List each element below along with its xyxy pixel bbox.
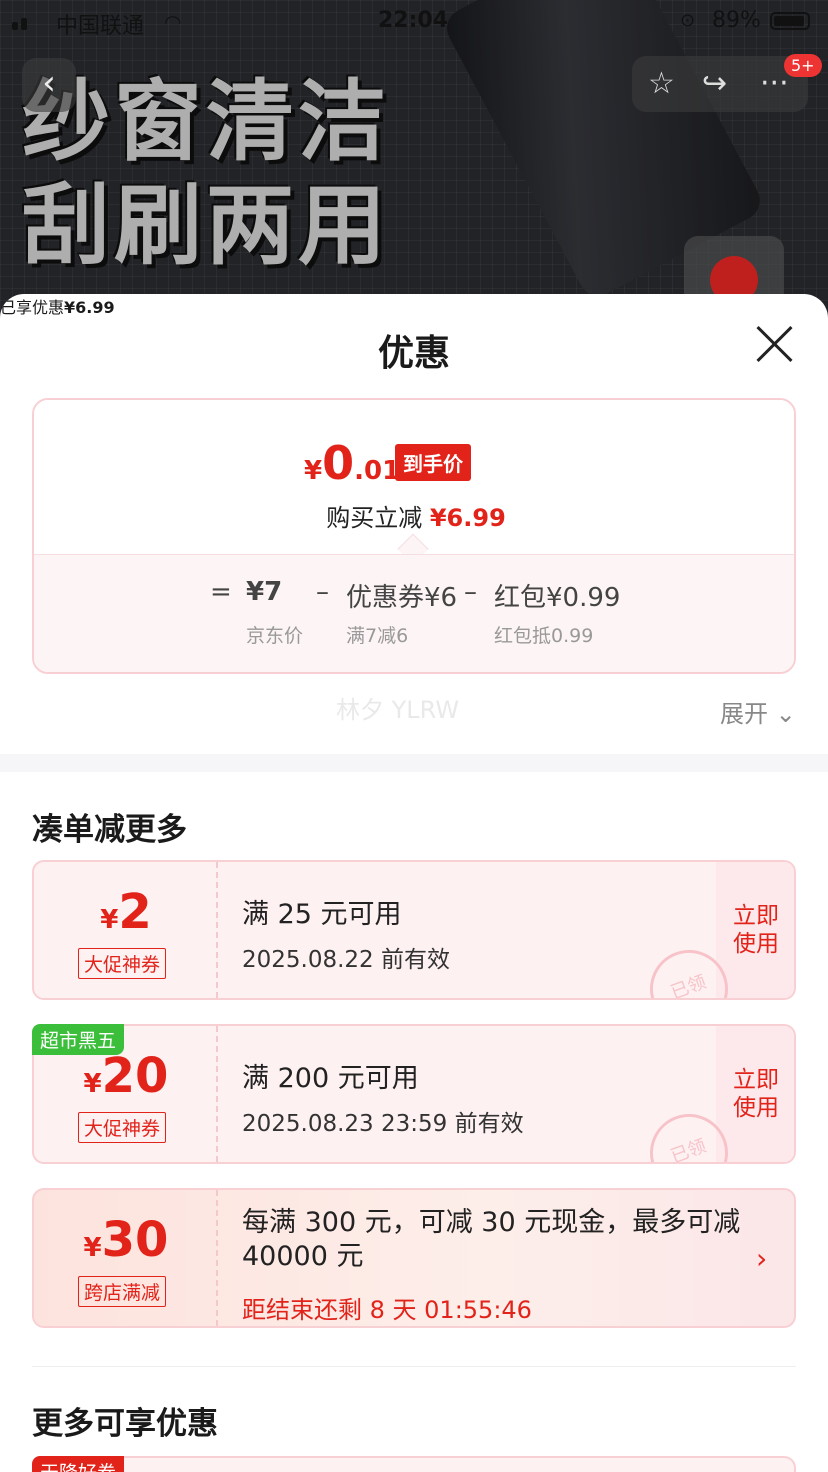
coupon-amount: 优惠券¥6 xyxy=(346,583,458,613)
jd-price: ¥7 xyxy=(246,577,283,607)
instant-label: 购买立减 xyxy=(326,504,423,532)
section-title-more: 凑单减更多 xyxy=(32,812,187,848)
signal-icon xyxy=(12,14,48,30)
equals-sign: = xyxy=(210,577,232,607)
watermark: 林夕 YLRW xyxy=(336,696,460,724)
coupon-validity: 2025.08.22 前有效 xyxy=(242,947,450,973)
supermarket-tag: 超市黑五 xyxy=(32,1024,125,1055)
favorite-icon[interactable]: ☆ xyxy=(648,66,675,101)
nav-actions: ☆ ↪ ··· xyxy=(632,56,808,112)
minus-sign-2: – xyxy=(464,577,477,607)
price-card-top: ¥0.01 到手价 购买立减 ¥6.99 xyxy=(34,400,794,554)
sky-coupon-tag: 天降好券 xyxy=(32,1456,125,1472)
status-bar: 中国联通 ◠ 22:04 ⊙ 89% xyxy=(0,0,828,42)
discount-sheet: 优惠 ¥0.01 到手价 购买立减 ¥6.99 = ¥7 – 优惠券¥6 – 红… xyxy=(0,294,828,1472)
promo-description: 每满 300 元，可减 30 元现金，最多可减 40000 元 xyxy=(242,1207,741,1272)
section-divider xyxy=(0,754,828,772)
clock: 22:04 xyxy=(378,8,449,33)
carrier-label: 中国联通 xyxy=(56,14,145,39)
redpacket-amount: 红包¥0.99 xyxy=(494,583,621,613)
more-icon[interactable]: ··· xyxy=(760,66,789,101)
divider-line xyxy=(32,1366,796,1367)
sheet-title: 优惠 xyxy=(377,333,450,374)
coupon-type: 大促神券 xyxy=(78,948,167,979)
instant-value: ¥6.99 xyxy=(429,504,506,532)
instant-discount: 购买立减 ¥6.99 xyxy=(34,498,794,533)
use-now-button[interactable]: 立即 使用 xyxy=(716,862,794,998)
final-price: ¥0.01 xyxy=(304,436,400,490)
currency-symbol: ¥ xyxy=(304,456,323,486)
promo-countdown: 距结束还剩 8 天 01:55:46 xyxy=(242,1296,532,1324)
price-tag: 到手价 xyxy=(395,444,471,481)
coupon-value: ¥2 大促神券 xyxy=(34,862,218,998)
enjoyed-discount: 已享优惠¥6.99 xyxy=(0,294,828,318)
back-button[interactable]: ‹ xyxy=(22,58,76,112)
battery-icon xyxy=(770,12,810,30)
price-integer: 0 xyxy=(322,436,355,490)
minus-sign: – xyxy=(316,577,329,607)
coupon-card[interactable]: ¥20 大促神券 满 200 元可用 2025.08.23 23:59 前有效 … xyxy=(32,1024,796,1164)
section-title-other: 更多可享优惠 xyxy=(32,1406,218,1442)
cross-store-promo[interactable]: ¥30 跨店满减 每满 300 元，可减 30 元现金，最多可减 40000 元… xyxy=(32,1188,796,1328)
use-now-button[interactable]: 立即 使用 xyxy=(716,1026,794,1162)
coupon-card[interactable]: ¥2 大促神券 满 25 元可用 2025.08.22 前有效 立即 使用 已领 xyxy=(32,860,796,1000)
coupon-type: 大促神券 xyxy=(78,1112,167,1143)
chevron-down-icon: ⌄ xyxy=(775,700,796,728)
enjoyed-value: ¥6.99 xyxy=(64,298,115,317)
coupon-condition: 满 25 元可用 xyxy=(242,899,402,930)
coupon-card-partial[interactable] xyxy=(32,1456,796,1472)
jd-price-label: 京东价 xyxy=(246,625,304,647)
share-icon[interactable]: ↪ xyxy=(702,66,727,101)
coupon-value: ¥30 跨店满减 xyxy=(34,1190,218,1326)
enjoyed-label: 已享优惠 xyxy=(0,298,65,317)
battery-percent: 89% xyxy=(712,8,761,33)
rotation-lock-icon: ⊙ xyxy=(680,10,696,31)
price-decimal: .01 xyxy=(354,456,401,486)
notification-badge: 5+ xyxy=(784,54,822,77)
price-formula: = ¥7 – 优惠券¥6 – 红包¥0.99 京东价 满7减6 红包抵0.99 xyxy=(34,554,794,672)
close-icon[interactable] xyxy=(754,324,794,364)
coupon-validity: 2025.08.23 23:59 前有效 xyxy=(242,1111,524,1137)
coupon-label: 满7减6 xyxy=(346,625,409,647)
redpacket-label: 红包抵0.99 xyxy=(494,625,594,647)
wifi-icon: ◠ xyxy=(164,10,182,34)
coupon-type: 跨店满减 xyxy=(78,1276,167,1307)
expand-button[interactable]: 展开 ⌄ xyxy=(720,694,796,729)
price-card: ¥0.01 到手价 购买立减 ¥6.99 = ¥7 – 优惠券¥6 – 红包¥0… xyxy=(32,398,796,674)
coupon-condition: 满 200 元可用 xyxy=(242,1063,419,1094)
chevron-right-icon[interactable]: › xyxy=(756,1242,767,1275)
